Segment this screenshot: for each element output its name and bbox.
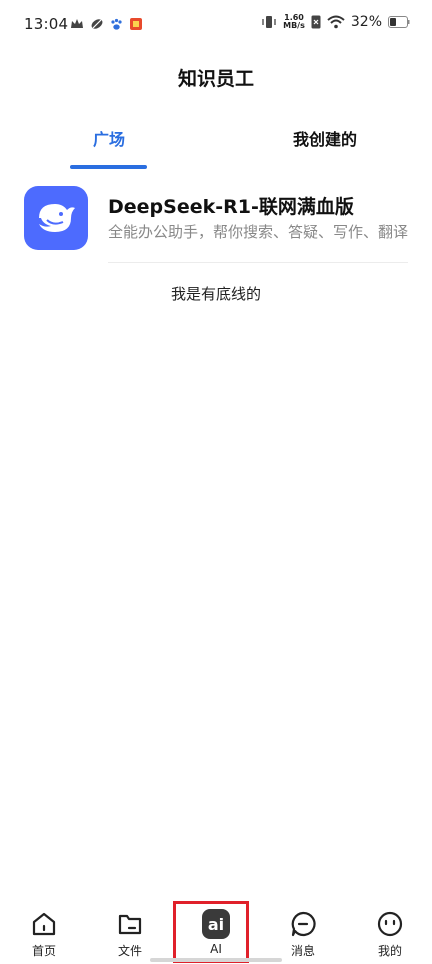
deepseek-whale-icon [39,204,75,232]
status-bar: 13:04 1.60 MB/s 32% [0,0,432,52]
profile-icon [376,910,404,938]
paw-icon [111,18,122,30]
nav-files-label: 文件 [117,944,142,958]
nav-messages-label: 消息 [290,944,315,958]
nav-home-label: 首页 [31,944,56,958]
nav-messages[interactable]: 消息 [273,910,333,959]
message-icon [289,910,317,938]
red-app-icon [130,18,142,30]
home-indicator [150,958,282,962]
page-title: 知识员工 [177,68,254,90]
tab-my-created[interactable]: 我创建的 [280,126,370,150]
battery-icon [388,16,410,28]
bot-description: 全能办公助手，帮你搜索、答疑、写作、翻译 [108,223,408,241]
notification-icons [70,17,143,31]
active-tab-indicator [70,165,147,169]
folder-icon [116,910,144,938]
bot-avatar [24,186,88,250]
speed-unit: MB/s [283,21,305,30]
wifi-icon [327,15,345,29]
battery-percent: 32% [350,14,382,30]
sim-off-icon [311,15,321,29]
tab-square[interactable]: 广场 [74,126,144,150]
bot-name: DeepSeek-R1-联网满血版 [108,196,354,218]
bot-list-item[interactable]: DeepSeek-R1-联网满血版 全能办公助手，帮你搜索、答疑、写作、翻译 [0,182,432,263]
app-leaf-icon [91,19,103,29]
nav-files[interactable]: 文件 [100,910,160,959]
divider [108,262,408,263]
ai-tab-highlight-box [173,901,249,963]
nav-profile-label: 我的 [377,944,402,958]
status-time: 13:04 [24,15,69,33]
end-of-list-text: 我是有底线的 [170,285,261,303]
vibrate-icon [262,16,276,28]
nav-profile[interactable]: 我的 [360,910,420,959]
crown-icon [71,19,83,28]
nav-home[interactable]: 首页 [14,910,74,959]
system-icons: 1.60 MB/s 32% [261,14,410,30]
home-icon [30,910,58,938]
network-speed: 1.60 MB/s [283,14,305,30]
